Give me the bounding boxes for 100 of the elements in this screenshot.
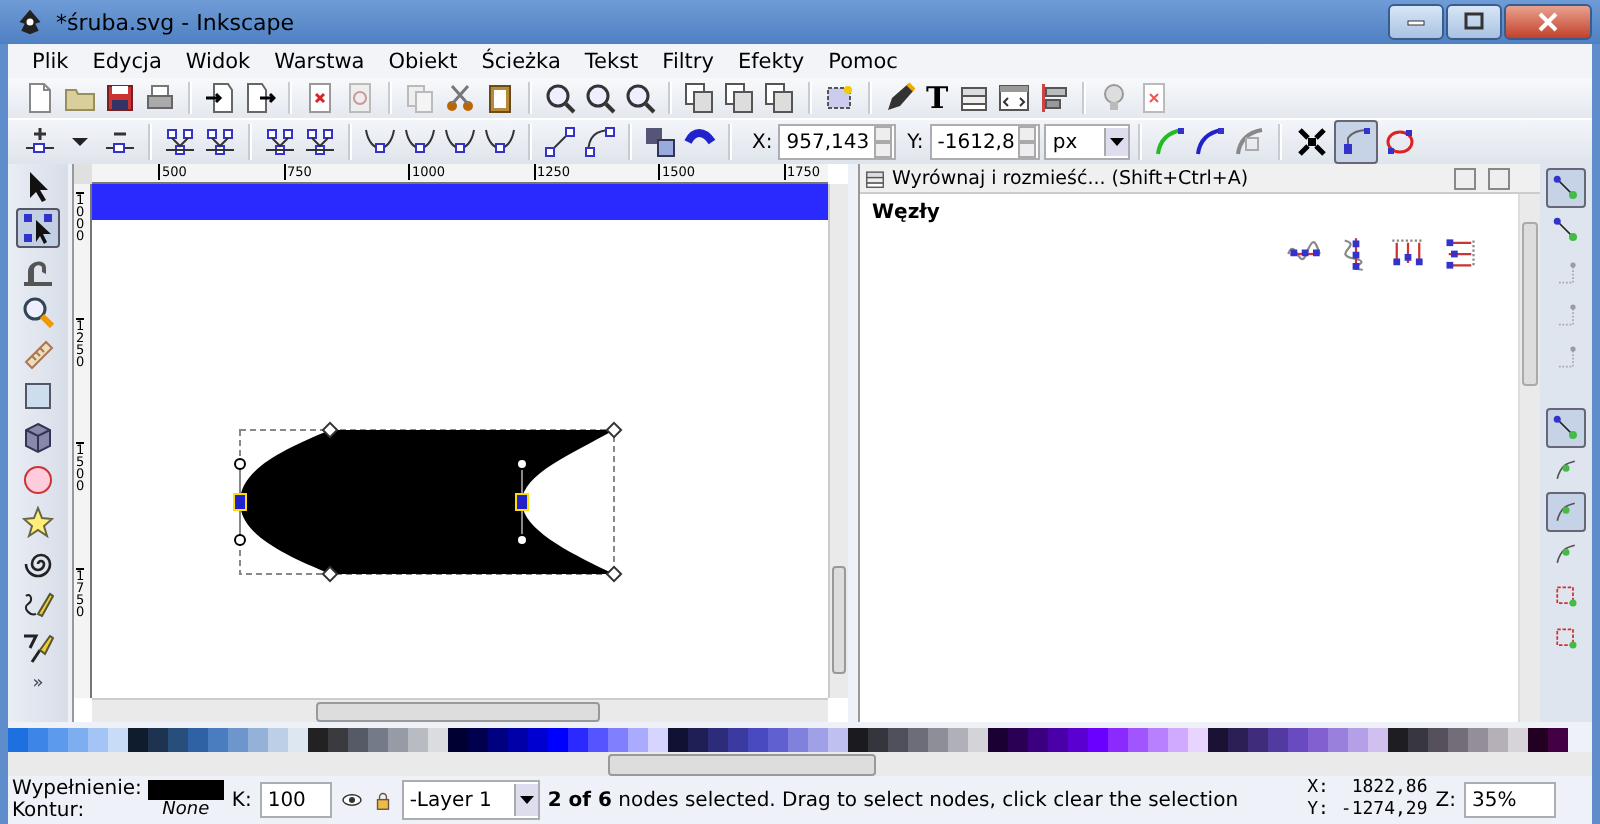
close-button[interactable] (1504, 4, 1592, 40)
layer-dropdown[interactable]: -Layer 1 (401, 780, 540, 820)
join-nodes-icon[interactable] (264, 126, 296, 158)
export-icon[interactable] (244, 82, 276, 114)
path-node[interactable] (605, 421, 623, 439)
curve-node-icon[interactable] (404, 126, 436, 158)
close-button[interactable] (1488, 167, 1510, 189)
color-swatch[interactable] (648, 728, 668, 752)
selected-node[interactable] (233, 493, 247, 511)
color-swatch[interactable] (1488, 728, 1508, 752)
color-swatch[interactable] (1548, 728, 1568, 752)
fill-stroke-icon[interactable] (884, 82, 916, 114)
color-swatch[interactable] (528, 728, 548, 752)
fill-swatch[interactable] (147, 779, 224, 799)
color-swatch[interactable] (948, 728, 968, 752)
straight-segment-icon[interactable] (544, 126, 576, 158)
node-handle[interactable] (516, 458, 528, 546)
color-swatch[interactable] (1188, 728, 1208, 752)
color-swatch[interactable] (548, 728, 568, 752)
snap-node-icon[interactable] (1546, 168, 1586, 208)
curve-node-icon[interactable] (484, 126, 516, 158)
color-swatch[interactable] (908, 728, 928, 752)
color-swatch[interactable] (668, 728, 688, 752)
color-swatch[interactable] (688, 728, 708, 752)
object-to-path-icon[interactable] (644, 126, 676, 158)
color-swatch[interactable] (428, 728, 448, 752)
xml-editor-icon[interactable] (998, 82, 1031, 114)
maximize-button[interactable] (1446, 4, 1502, 40)
color-swatch[interactable] (968, 728, 988, 752)
stacked-pages-icon[interactable] (764, 82, 796, 114)
menu-item[interactable]: Ścieżka (469, 49, 573, 73)
color-swatch[interactable] (248, 728, 268, 752)
color-swatch[interactable] (1308, 728, 1328, 752)
color-swatch[interactable] (288, 728, 308, 752)
text-tool-button[interactable]: T (926, 82, 949, 114)
menu-item[interactable]: Obiekt (376, 49, 470, 73)
save-icon[interactable] (104, 82, 136, 114)
minimize-button[interactable] (1388, 4, 1444, 40)
color-swatch[interactable] (1008, 728, 1028, 752)
color-swatch[interactable] (328, 728, 348, 752)
color-swatch[interactable] (168, 728, 188, 752)
color-swatch[interactable] (368, 728, 388, 752)
color-swatch[interactable] (1288, 728, 1308, 752)
color-swatch[interactable] (1248, 728, 1268, 752)
color-swatch[interactable] (128, 728, 148, 752)
color-swatch[interactable] (1168, 728, 1188, 752)
color-swatch[interactable] (888, 728, 908, 752)
color-swatch[interactable] (1428, 728, 1448, 752)
menu-item[interactable]: Widok (173, 49, 263, 73)
stacked-pages-icon[interactable] (684, 82, 716, 114)
color-swatch[interactable] (108, 728, 128, 752)
copy-icon[interactable] (404, 82, 436, 114)
zoom-icon[interactable] (544, 82, 576, 114)
path-node[interactable] (605, 565, 623, 583)
color-swatch[interactable] (808, 728, 828, 752)
path-node[interactable] (321, 421, 339, 439)
unit-dropdown[interactable]: px (1044, 124, 1131, 160)
menu-item[interactable]: Tekst (572, 49, 651, 73)
snap-curve-icon[interactable] (1546, 492, 1586, 532)
color-swatch[interactable] (208, 728, 228, 752)
opacity-field[interactable]: 100 (259, 782, 332, 818)
color-swatch[interactable] (588, 728, 608, 752)
color-swatch[interactable] (1328, 728, 1348, 752)
layers-icon[interactable] (958, 82, 991, 114)
join-nodes-icon[interactable] (204, 126, 236, 158)
color-swatch[interactable] (1068, 728, 1088, 752)
curve-node-icon[interactable] (364, 126, 396, 158)
color-swatch[interactable] (828, 728, 848, 752)
selected-path-shape[interactable] (239, 429, 615, 575)
vertical-scrollbar[interactable] (828, 184, 848, 698)
color-swatch[interactable] (1148, 728, 1168, 752)
color-swatch[interactable] (348, 728, 368, 752)
scissors-icon[interactable] (444, 82, 476, 114)
join-nodes-icon[interactable] (164, 126, 196, 158)
node-pointer-icon[interactable] (16, 208, 60, 248)
bezier-handles-button[interactable] (1334, 120, 1379, 164)
color-swatch[interactable] (308, 728, 328, 752)
curve-node-icon[interactable] (444, 126, 476, 158)
curve-with-node-icon[interactable] (1194, 126, 1227, 158)
color-swatch[interactable] (188, 728, 208, 752)
selected-node[interactable] (515, 493, 529, 511)
distribute-nodes-vertical-icon[interactable] (1442, 236, 1478, 272)
zoom-icon[interactable] (584, 82, 616, 114)
y-coordinate-field[interactable]: -1612,8 (929, 124, 1041, 160)
menu-item[interactable]: Efekty (725, 49, 817, 73)
color-swatch[interactable] (568, 728, 588, 752)
color-swatch[interactable] (1408, 728, 1428, 752)
color-swatch[interactable] (268, 728, 288, 752)
color-swatch[interactable] (488, 728, 508, 752)
color-swatch[interactable] (1048, 728, 1068, 752)
color-swatch[interactable] (988, 728, 1008, 752)
color-swatch[interactable] (1108, 728, 1128, 752)
palette-scrollbar[interactable] (8, 752, 1592, 776)
page-with-cross-icon[interactable] (304, 82, 336, 114)
color-swatch[interactable] (408, 728, 428, 752)
zoom-icon[interactable] (624, 82, 656, 114)
color-swatch[interactable] (1268, 728, 1288, 752)
x-coordinate-field[interactable]: 957,143 (778, 124, 896, 160)
color-swatch[interactable] (8, 728, 28, 752)
color-swatch[interactable] (628, 728, 648, 752)
